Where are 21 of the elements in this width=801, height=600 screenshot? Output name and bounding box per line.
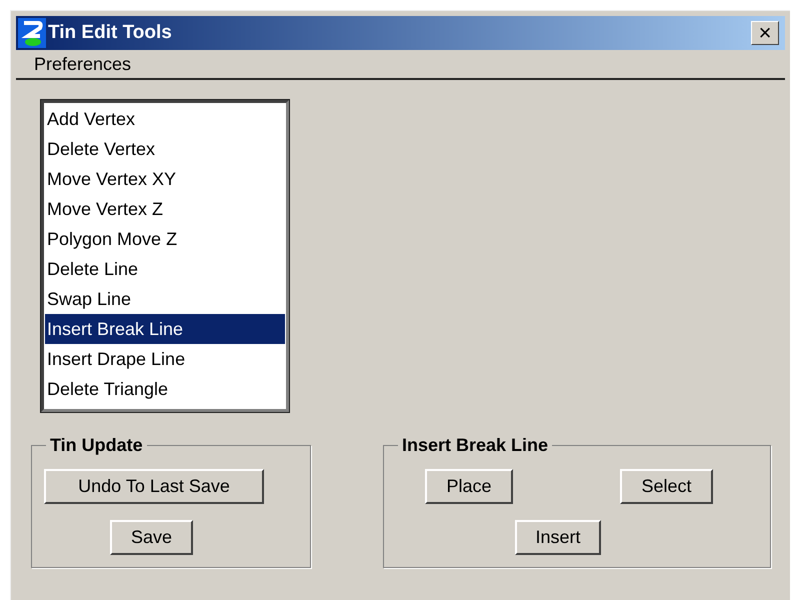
list-item[interactable]: Add Vertex [45,104,285,134]
list-item[interactable]: Polygon Move Z [45,224,285,254]
app-logo-icon [18,18,46,48]
undo-to-last-save-button[interactable]: Undo To Last Save [44,469,264,504]
list-item[interactable]: Delete Vertex [45,134,285,164]
select-button[interactable]: Select [620,469,713,504]
list-item[interactable]: Insert Drape Line [45,344,285,374]
list-item[interactable]: Move Vertex XY [45,164,285,194]
save-button[interactable]: Save [110,520,193,555]
group-title: Insert Break Line [401,434,550,457]
menu-item[interactable]: Preferences [34,50,132,78]
list-item[interactable]: Delete Triangle [45,374,285,404]
list-item[interactable]: Move Vertex Z [45,194,285,224]
group-title: Tin Update [49,434,144,457]
list-item[interactable]: Delete Line [45,254,285,284]
place-button[interactable]: Place [425,469,513,504]
insert-button[interactable]: Insert [515,520,601,555]
window-title: Tin Edit Tools [48,20,172,45]
list-item[interactable]: Insert Break Line [45,314,285,344]
list-item[interactable]: Swap Line [45,284,285,314]
close-button[interactable]: × [751,21,779,45]
